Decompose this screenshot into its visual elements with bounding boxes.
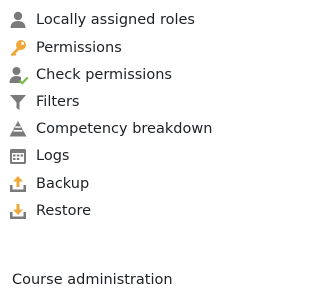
user-icon [8, 10, 28, 30]
menu-item-backup[interactable]: Backup [8, 172, 89, 196]
menu-item-restore[interactable]: Restore [8, 199, 91, 223]
menu-item-permissions[interactable]: Permissions [8, 36, 122, 60]
menu-item-label: Permissions [36, 40, 122, 56]
calendar-icon [8, 146, 28, 166]
menu-item-label: Filters [36, 94, 80, 110]
filter-icon [8, 92, 28, 112]
menu-item-label: Locally assigned roles [36, 12, 195, 28]
menu-item-label: Competency breakdown [36, 121, 213, 137]
download-icon [8, 201, 28, 221]
menu-item-label: Restore [36, 203, 92, 219]
key-icon [8, 38, 28, 58]
admin-menu: Locally assigned roles Permissions Check… [0, 0, 247, 294]
menu-item-locally-assigned-roles[interactable]: Locally assigned roles [8, 8, 195, 32]
menu-item-logs[interactable]: Logs [8, 144, 69, 168]
section-title-course-administration[interactable]: Course administration [12, 270, 173, 290]
menu-item-label: Check permissions [36, 67, 172, 83]
menu-item-label: Backup [36, 176, 90, 192]
menu-item-check-permissions[interactable]: Check permissions [8, 63, 172, 87]
triangle-icon [8, 119, 28, 139]
user-check-icon [8, 65, 28, 85]
upload-icon [8, 174, 28, 194]
menu-item-competency-breakdown[interactable]: Competency breakdown [8, 117, 212, 141]
menu-item-filters[interactable]: Filters [8, 90, 79, 114]
menu-item-label: Logs [36, 148, 70, 164]
